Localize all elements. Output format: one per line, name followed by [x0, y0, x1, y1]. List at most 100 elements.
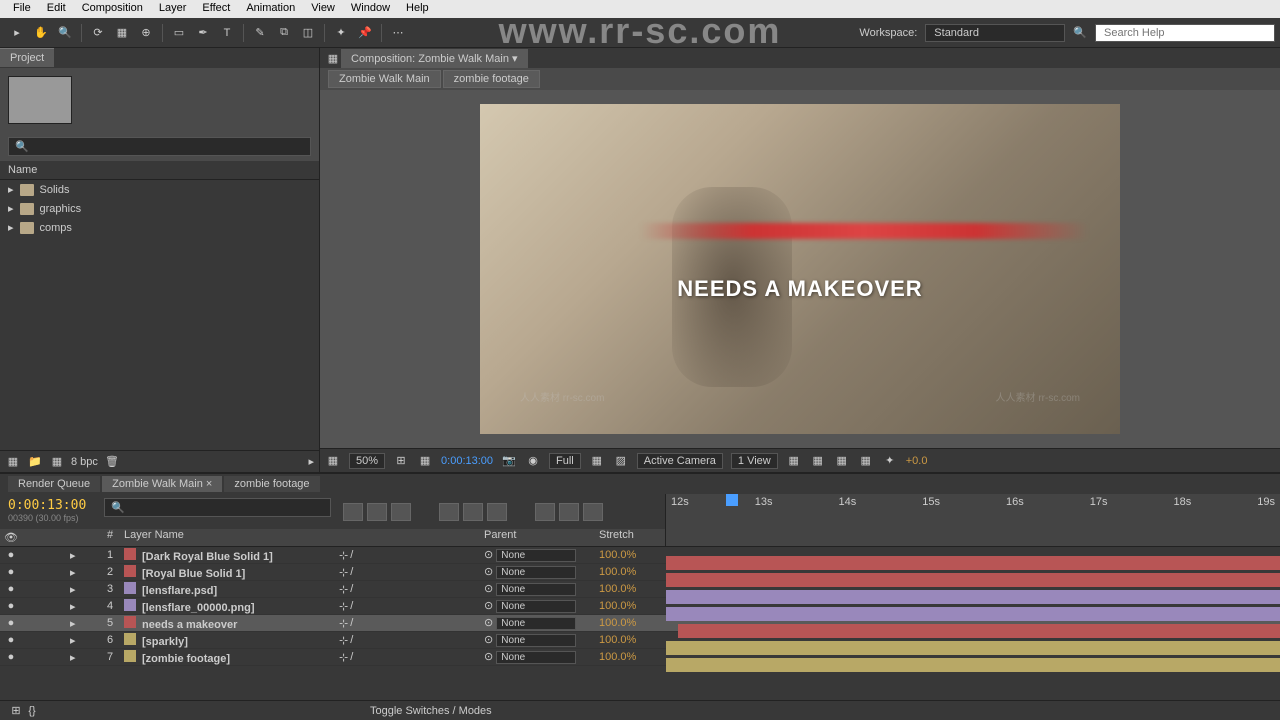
tab-render-queue[interactable]: Render Queue — [8, 476, 100, 492]
stretch-value[interactable]: 100.0% — [599, 566, 636, 578]
layer-duration-bar[interactable] — [666, 658, 1280, 672]
layer-color-chip[interactable] — [124, 565, 136, 577]
parent-dropdown[interactable]: None — [496, 651, 576, 664]
menu-animation[interactable]: Animation — [238, 2, 303, 16]
menu-effect[interactable]: Effect — [194, 2, 238, 16]
exposure-value[interactable]: +0.0 — [906, 455, 928, 467]
visibility-toggle-icon[interactable]: ● — [4, 600, 18, 612]
layer-name[interactable]: needs a makeover — [120, 616, 335, 631]
layer-switches[interactable]: ⊹/ — [335, 566, 480, 579]
visibility-toggle-icon[interactable]: ● — [4, 617, 18, 629]
twirl-icon[interactable]: ▸ — [70, 651, 100, 664]
menu-edit[interactable]: Edit — [39, 2, 74, 16]
twirl-icon[interactable]: ▸ — [70, 600, 100, 613]
layer-name-column[interactable]: Layer Name — [120, 529, 335, 546]
stretch-value[interactable]: 100.0% — [599, 549, 636, 561]
always-preview-icon[interactable]: ▦ — [325, 453, 341, 469]
stretch-value[interactable]: 100.0% — [599, 583, 636, 595]
hand-tool-icon[interactable]: ✋ — [30, 22, 52, 44]
resolution-dropdown[interactable]: Full — [549, 453, 581, 469]
layer-name[interactable]: [Dark Royal Blue Solid 1] — [120, 548, 335, 563]
toggle-icon[interactable]: {} — [24, 703, 40, 719]
timeline-icon[interactable]: ▦ — [834, 453, 850, 469]
new-comp-icon[interactable]: ▦ — [49, 454, 65, 470]
layer-name[interactable]: [zombie footage] — [120, 650, 335, 665]
pen-tool-icon[interactable]: ✒ — [192, 22, 214, 44]
layer-name[interactable]: [lensflare_00000.png] — [120, 599, 335, 614]
parent-column[interactable]: Parent — [480, 529, 595, 546]
roto-tool-icon[interactable]: ✦ — [330, 22, 352, 44]
layer-color-chip[interactable] — [124, 548, 136, 560]
play-icon[interactable]: ▸ — [308, 455, 314, 468]
reset-exposure-icon[interactable]: ✦ — [882, 453, 898, 469]
eraser-tool-icon[interactable]: ◫ — [297, 22, 319, 44]
parent-dropdown[interactable]: None — [496, 583, 576, 596]
layer-color-chip[interactable] — [124, 582, 136, 594]
layer-duration-bar[interactable] — [666, 573, 1280, 587]
draft-3d-icon[interactable] — [367, 503, 387, 521]
brainstorm-icon[interactable] — [487, 503, 507, 521]
mask-icon[interactable]: ▦ — [417, 453, 433, 469]
visibility-toggle-icon[interactable]: ● — [4, 583, 18, 595]
graph-editor-icon[interactable] — [559, 503, 579, 521]
timeline-ruler[interactable]: 12s 13s 14s 15s 16s 17s 18s 19s — [665, 494, 1280, 529]
roi-icon[interactable]: ▦ — [589, 453, 605, 469]
pickwhip-icon[interactable]: ⊙ — [484, 549, 493, 561]
menu-file[interactable]: File — [5, 2, 39, 16]
zoom-tool-icon[interactable]: 🔍 — [54, 22, 76, 44]
auto-keyframe-icon[interactable] — [535, 503, 555, 521]
stretch-value[interactable]: 100.0% — [599, 600, 636, 612]
motion-blur-icon[interactable] — [463, 503, 483, 521]
layer-switches[interactable]: ⊹/ — [335, 583, 480, 596]
layer-color-chip[interactable] — [124, 650, 136, 662]
timeline-search-input[interactable]: 🔍 — [104, 498, 331, 517]
tab-zombie-footage[interactable]: zombie footage — [224, 476, 319, 492]
stretch-value[interactable]: 100.0% — [599, 617, 636, 629]
layer-duration-bar[interactable] — [666, 641, 1280, 655]
view-dropdown[interactable]: 1 View — [731, 453, 778, 469]
expand-icon[interactable]: ⊞ — [8, 703, 24, 719]
breadcrumb-main[interactable]: Zombie Walk Main — [328, 70, 441, 88]
layer-switches[interactable]: ⊹/ — [335, 634, 480, 647]
parent-dropdown[interactable]: None — [496, 617, 576, 630]
options-icon[interactable]: ⋯ — [387, 22, 409, 44]
fast-preview-icon[interactable]: ▦ — [810, 453, 826, 469]
menu-help[interactable]: Help — [398, 2, 437, 16]
bpc-indicator[interactable]: 8 bpc — [71, 456, 98, 468]
layer-color-chip[interactable] — [124, 616, 136, 628]
composition-tab[interactable]: Composition: Zombie Walk Main ▾ — [341, 49, 528, 68]
layer-switches[interactable]: ⊹/ — [335, 617, 480, 630]
parent-dropdown[interactable]: None — [496, 549, 576, 562]
flowchart-icon[interactable]: ▦ — [858, 453, 874, 469]
stretch-value[interactable]: 100.0% — [599, 634, 636, 646]
comp-mini-flowchart-icon[interactable] — [343, 503, 363, 521]
parent-dropdown[interactable]: None — [496, 566, 576, 579]
selection-tool-icon[interactable]: ▸ — [6, 22, 28, 44]
camera-tool-icon[interactable]: ▦ — [111, 22, 133, 44]
rect-tool-icon[interactable]: ▭ — [168, 22, 190, 44]
pickwhip-icon[interactable]: ⊙ — [484, 651, 493, 663]
layer-color-chip[interactable] — [124, 633, 136, 645]
layer-duration-bar[interactable] — [666, 556, 1280, 570]
shy-icon[interactable] — [391, 503, 411, 521]
pickwhip-icon[interactable]: ⊙ — [484, 566, 493, 578]
current-time[interactable]: 0:00:13:00 — [441, 455, 493, 467]
puppet-tool-icon[interactable]: 📌 — [354, 22, 376, 44]
stretch-column[interactable]: Stretch — [595, 529, 665, 546]
stretch-value[interactable]: 100.0% — [599, 651, 636, 663]
pickwhip-icon[interactable]: ⊙ — [484, 583, 493, 595]
pickwhip-icon[interactable]: ⊙ — [484, 617, 493, 629]
layer-switches[interactable]: ⊹/ — [335, 600, 480, 613]
twirl-icon[interactable]: ▸ — [70, 634, 100, 647]
layer-color-chip[interactable] — [124, 599, 136, 611]
current-time-indicator[interactable] — [726, 494, 738, 506]
camera-dropdown[interactable]: Active Camera — [637, 453, 723, 469]
new-folder-icon[interactable]: 📁 — [27, 454, 43, 470]
layer-name[interactable]: [sparkly] — [120, 633, 335, 648]
workspace-dropdown[interactable]: Standard — [925, 24, 1065, 42]
trash-icon[interactable]: 🗑 — [104, 454, 120, 470]
clone-tool-icon[interactable]: ⧉ — [273, 22, 295, 44]
project-folder-solids[interactable]: ▸Solids — [0, 180, 319, 199]
visibility-toggle-icon[interactable]: ● — [4, 651, 18, 663]
layer-duration-bar[interactable] — [666, 590, 1280, 604]
